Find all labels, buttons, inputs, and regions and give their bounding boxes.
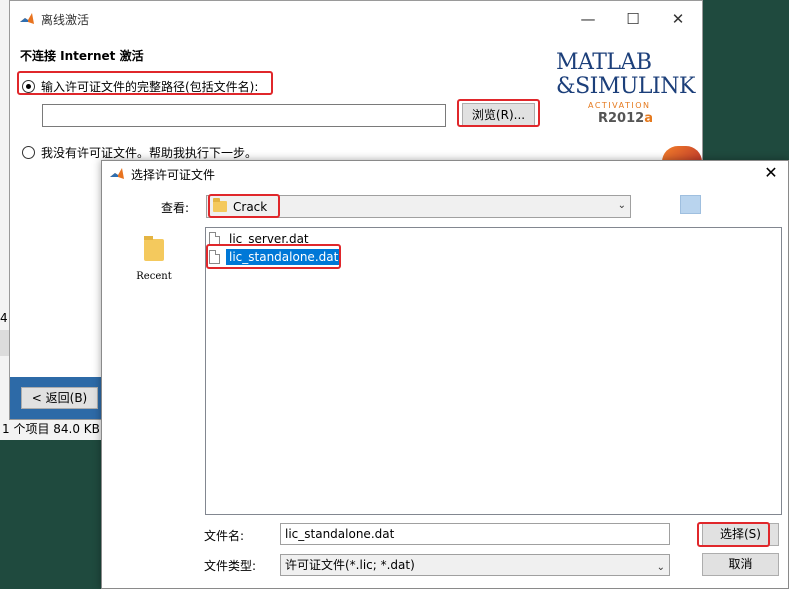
option-enter-license-path-label: 输入许可证文件的完整路径(包括文件名): xyxy=(41,80,259,94)
file-icon xyxy=(209,232,220,246)
cancel-button[interactable]: 取消 xyxy=(702,553,779,576)
file-list[interactable]: lic_server.dat lic_standalone.dat xyxy=(205,227,782,515)
logo-activation-text: ACTIVATION xyxy=(588,101,651,110)
logo-version-prefix: R2012 xyxy=(598,111,645,126)
view-mode-button[interactable] xyxy=(680,195,701,214)
filetype-value: 许可证文件(*.lic; *.dat) xyxy=(285,558,415,572)
explorer-status-bar: 1 个项目 84.0 KB xyxy=(0,418,101,440)
radio-unselected-icon[interactable] xyxy=(22,146,35,159)
matlab-icon xyxy=(110,168,124,179)
explorer-fragment-text: 4 xyxy=(0,311,8,325)
option-enter-license-path[interactable]: 输入许可证文件的完整路径(包括文件名): xyxy=(22,78,258,95)
file-name: lic_server.dat xyxy=(229,232,309,246)
activation-titlebar: 离线激活 — ☐ ✕ xyxy=(10,1,702,36)
radio-selected-icon[interactable] xyxy=(22,80,35,93)
select-button[interactable]: 选择(S) xyxy=(702,523,779,546)
logo-version: R2012a xyxy=(556,111,696,126)
lookin-label: 查看: xyxy=(161,201,190,215)
filetype-dropdown[interactable]: 许可证文件(*.lic; *.dat) ⌄ xyxy=(280,554,670,576)
activation-heading: 不连接 Internet 激活 xyxy=(20,49,144,63)
back-button[interactable]: < 返回(B) xyxy=(21,387,98,409)
minimize-button[interactable]: — xyxy=(565,5,611,33)
file-name: lic_standalone.dat xyxy=(224,248,343,266)
lookin-dropdown[interactable]: Crack ⌄ xyxy=(206,195,631,218)
filename-input[interactable]: lic_standalone.dat xyxy=(280,523,670,545)
logo-matlab-text: MATLAB xyxy=(556,50,652,75)
maximize-button[interactable]: ☐ xyxy=(610,5,656,33)
filename-label: 文件名: xyxy=(204,529,245,543)
chevron-down-icon: ⌄ xyxy=(656,562,665,573)
folder-icon xyxy=(213,198,227,212)
file-icon xyxy=(209,250,220,264)
logo-version-suffix: a xyxy=(644,111,653,126)
dialog-title: 选择许可证文件 xyxy=(131,168,216,182)
chevron-down-icon: ⌄ xyxy=(617,200,626,211)
browse-button[interactable]: 浏览(R)... xyxy=(462,103,535,127)
file-item-lic-server[interactable]: lic_server.dat xyxy=(209,230,312,248)
option-no-license[interactable]: 我没有许可证文件。帮助我执行下一步。 xyxy=(22,144,257,161)
recent-label: Recent xyxy=(136,271,172,282)
matlab-simulink-logo: MATLAB &SIMULINK ACTIVATION R2012a xyxy=(556,51,696,133)
matlab-icon xyxy=(20,13,34,24)
activation-title: 离线激活 xyxy=(41,13,90,27)
option-no-license-label: 我没有许可证文件。帮助我执行下一步。 xyxy=(41,146,258,160)
recent-places-shortcut[interactable]: Recent xyxy=(128,236,180,282)
close-button[interactable]: ✕ xyxy=(655,5,701,33)
recent-folder-icon xyxy=(144,236,164,261)
license-path-input[interactable] xyxy=(42,104,446,127)
filetype-label: 文件类型: xyxy=(204,559,257,573)
dialog-titlebar: 选择许可证文件 ✕ xyxy=(102,161,788,187)
file-item-lic-standalone[interactable]: lic_standalone.dat xyxy=(209,248,343,266)
dialog-close-button[interactable]: ✕ xyxy=(760,163,782,182)
choose-license-file-dialog: 选择许可证文件 ✕ 查看: Crack ⌄ Recent lic_server.… xyxy=(101,160,789,589)
lookin-value: Crack xyxy=(233,199,268,214)
logo-simulink-text: &SIMULINK xyxy=(556,74,695,99)
